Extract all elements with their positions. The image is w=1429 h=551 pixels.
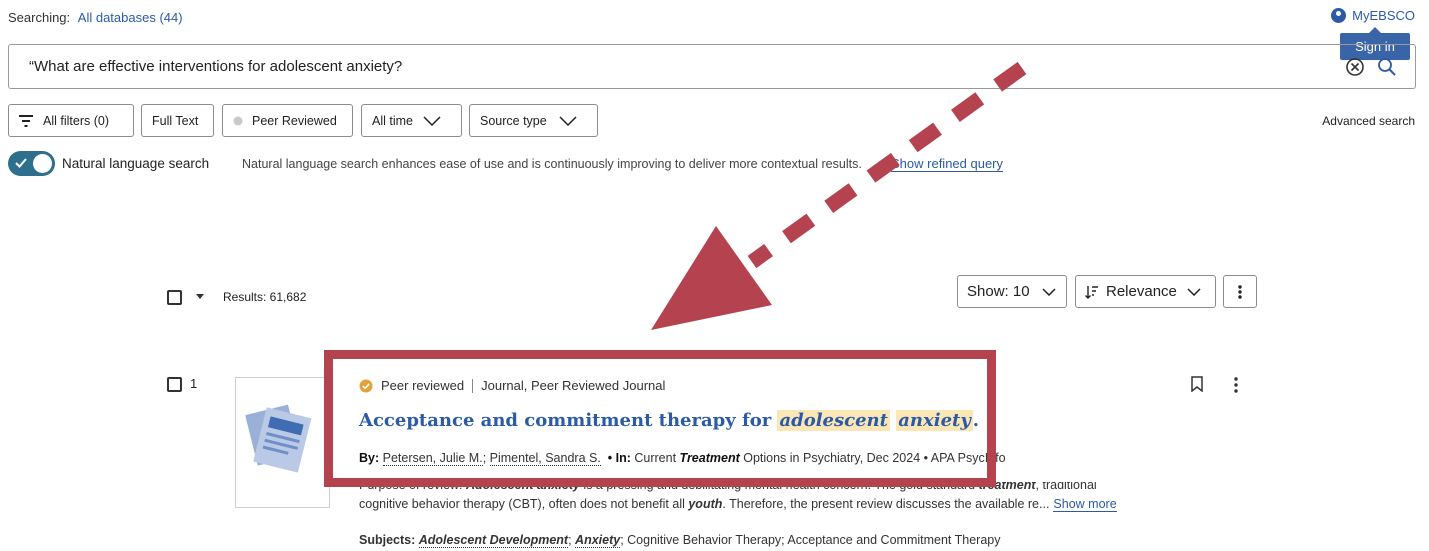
result-rank: 1 [190,376,198,391]
chevron-down-icon [1042,287,1056,296]
abstract-highlight: youth [688,497,723,511]
date-range-label: All time [372,113,413,128]
peer-reviewed-label: Peer Reviewed [252,113,337,128]
page-size-label: Show: 10 [967,283,1030,300]
filter-icon [19,114,33,127]
user-avatar-icon [1331,8,1347,23]
subject-list-rest[interactable]: ; Cognitive Behavior Therapy; Acceptance… [620,533,1000,547]
chevron-down-icon [559,115,577,126]
advanced-search-link[interactable]: Advanced search [1322,114,1415,128]
full-text-button[interactable]: Full Text [141,104,214,137]
result-checkbox[interactable] [167,377,182,392]
all-filters-label: All filters (0) [43,113,109,128]
caret-down-icon[interactable] [196,294,204,299]
show-more-link[interactable]: Show more [1053,497,1117,512]
peer-reviewed-filter-icon [233,116,243,125]
page-size-dropdown[interactable]: Show: 10 [957,275,1067,308]
natural-language-toggle[interactable] [8,151,55,176]
check-icon [15,158,27,168]
show-refined-query-link[interactable]: Show refined query [891,156,1004,172]
abstract-line-2: cognitive behavior therapy (CBT), often … [359,497,1117,512]
results-options-button[interactable] [1223,275,1257,308]
natural-language-label: Natural language search [62,156,210,171]
abstract-text: . Therefore, the present review discusse… [722,497,1050,511]
date-range-dropdown[interactable]: All time [361,104,462,137]
document-icon [245,404,312,473]
more-vertical-icon [1238,284,1242,299]
abstract-text: cognitive behavior therapy (CBT), often … [359,497,689,511]
all-filters-button[interactable]: All filters (0) [8,104,134,137]
abstract-text: , traditional [1035,482,1097,492]
search-box [8,44,1416,89]
toggle-knob [33,154,52,173]
subject-link[interactable]: Anxiety [575,533,621,548]
chevron-down-icon [1187,287,1201,296]
source-type-label: Source type [480,113,547,128]
sort-label: Relevance [1106,283,1177,300]
annotation-highlight-box [324,350,996,487]
chevron-down-icon [423,115,441,126]
result-subjects: Subjects: Adolescent Development; Anxiet… [359,533,1001,548]
search-input[interactable] [27,57,1327,76]
select-all-checkbox[interactable] [167,290,182,305]
sort-dropdown[interactable]: Relevance [1075,275,1216,308]
clear-search-icon[interactable] [1345,57,1365,77]
searching-scope: Searching: All databases (44) [8,10,183,25]
searching-label: Searching: [8,10,71,25]
subjects-label: Subjects: [359,533,416,547]
more-vertical-icon[interactable] [1230,376,1242,394]
search-icon[interactable] [1377,57,1397,77]
full-text-label: Full Text [152,113,199,128]
databases-link[interactable]: All databases (44) [78,10,183,25]
bookmark-icon[interactable] [1190,376,1204,392]
subject-link[interactable]: Adolescent Development [418,533,569,548]
results-count: Results: 61,682 [223,290,307,304]
myebsco-label[interactable]: MyEBSCO [1352,8,1415,23]
sort-icon [1085,285,1098,299]
natural-language-description: Natural language search enhances ease of… [242,157,862,171]
source-type-dropdown[interactable]: Source type [469,104,598,137]
myebsco-account[interactable]: MyEBSCO [1331,8,1415,23]
peer-reviewed-button[interactable]: Peer Reviewed [222,104,353,137]
result-thumbnail[interactable] [235,377,330,508]
